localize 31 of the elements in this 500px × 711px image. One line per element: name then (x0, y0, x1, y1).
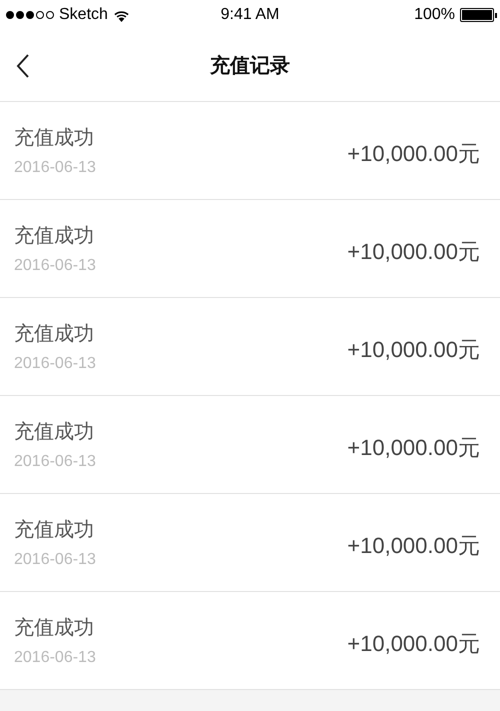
record-date: 2016-06-13 (14, 551, 96, 569)
record-date: 2016-06-13 (14, 159, 96, 177)
record-row[interactable]: 充值成功 2016-06-13 +10,000.00元 (0, 592, 500, 690)
record-status: 充值成功 (14, 420, 95, 445)
record-row[interactable]: 充值成功 2016-06-13 +10,000.00元 (0, 200, 500, 298)
record-status: 充值成功 (14, 224, 95, 249)
page-title: 充值记录 (210, 54, 290, 79)
record-amount: +10,000.00元 (347, 140, 480, 168)
record-status: 充值成功 (14, 616, 95, 641)
signal-icon (6, 11, 54, 19)
record-row[interactable]: 充值成功 2016-06-13 +10,000.00元 (0, 102, 500, 200)
record-date: 2016-06-13 (14, 453, 96, 471)
record-row[interactable]: 充值成功 2016-06-13 +10,000.00元 (0, 396, 500, 494)
record-status: 充值成功 (14, 518, 95, 543)
battery-icon (460, 8, 494, 22)
status-time: 9:41 AM (220, 6, 280, 24)
record-amount: +10,000.00元 (347, 238, 480, 266)
record-date: 2016-06-13 (14, 257, 96, 275)
record-amount: +10,000.00元 (347, 630, 480, 658)
record-amount: +10,000.00元 (347, 434, 480, 462)
battery-level: 100% (414, 6, 455, 24)
record-amount: +10,000.00元 (347, 532, 480, 560)
wifi-icon (112, 8, 130, 22)
record-date: 2016-06-13 (14, 355, 96, 373)
record-status: 充值成功 (14, 126, 95, 151)
record-row[interactable]: 充值成功 2016-06-13 +10,000.00元 (0, 298, 500, 396)
record-date: 2016-06-13 (14, 649, 96, 667)
record-amount: +10,000.00元 (347, 336, 480, 364)
carrier-name: Sketch (59, 6, 108, 24)
record-row[interactable]: 充值成功 2016-06-13 +10,000.00元 (0, 494, 500, 592)
record-status: 充值成功 (14, 322, 95, 347)
